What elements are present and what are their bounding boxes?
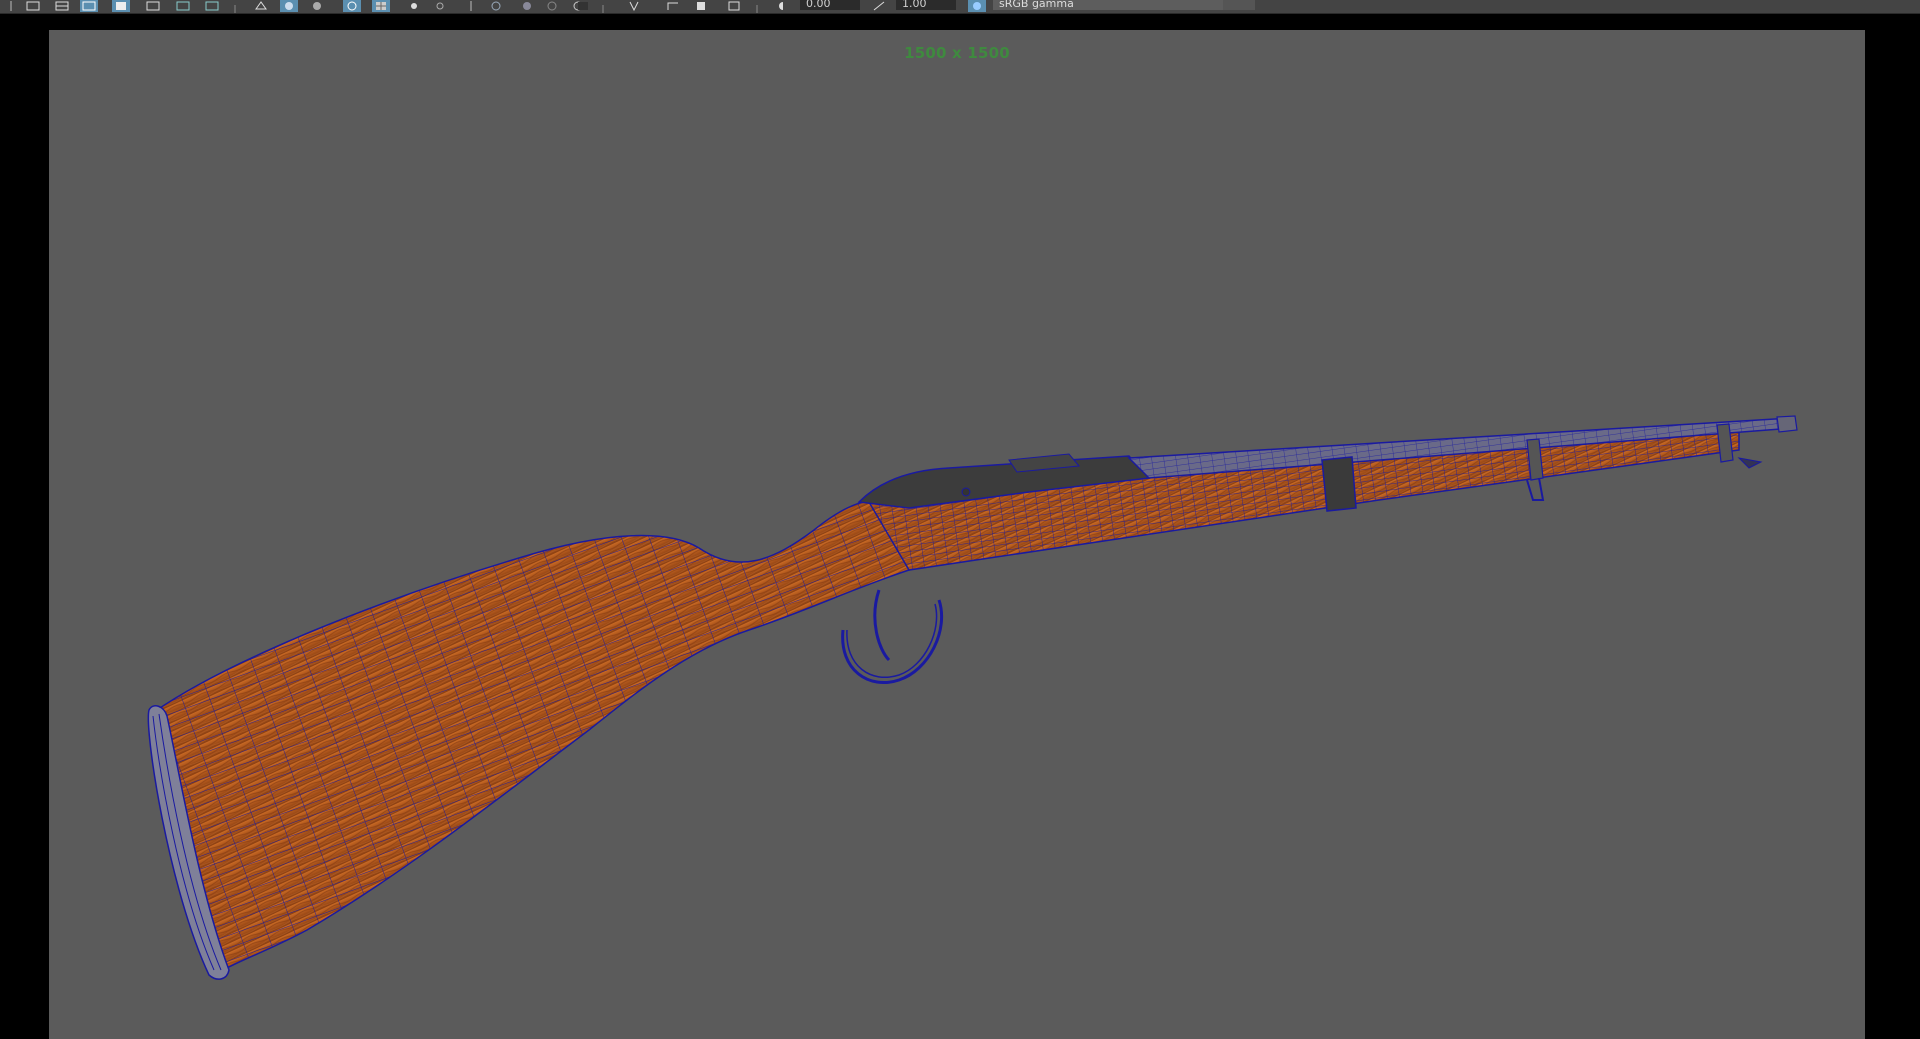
smooth-shade-icon[interactable] — [280, 0, 298, 12]
color-management-icon[interactable] — [968, 0, 986, 12]
select-camera-icon[interactable] — [2, 0, 20, 12]
gamma-toggle-icon[interactable] — [870, 0, 888, 12]
toolbar-separator — [600, 1, 606, 13]
grid-icon[interactable] — [112, 0, 130, 12]
exposure-icon[interactable] — [692, 0, 710, 12]
view-transform-dropdown[interactable]: sRGB gamma — [993, 0, 1223, 10]
anti-aliasing-icon[interactable] — [518, 0, 536, 12]
exposure-toggle-icon[interactable] — [774, 0, 792, 12]
camera-attributes-icon[interactable] — [24, 0, 42, 12]
exposure-field[interactable]: 0.00 — [800, 0, 860, 10]
viewport-frame: 1500 x 1500 — [0, 14, 1920, 1039]
textured-icon[interactable] — [372, 0, 390, 12]
panel-toolbar: 0.00 1.00 sRGB gamma — [0, 0, 1920, 14]
film-gate-icon[interactable] — [144, 0, 162, 12]
xray-icon[interactable] — [574, 0, 592, 12]
motion-blur-icon[interactable] — [487, 0, 505, 12]
image-plane-icon[interactable] — [80, 0, 98, 12]
view-transform-arrow[interactable] — [1223, 0, 1255, 10]
trigger — [873, 589, 891, 662]
wireframe-icon[interactable] — [252, 0, 270, 12]
muzzle — [1776, 415, 1798, 433]
screen-space-ao-icon[interactable] — [462, 0, 480, 12]
wireframe-on-shaded-icon[interactable] — [343, 0, 361, 12]
use-all-lights-icon[interactable] — [405, 0, 423, 12]
maya-viewport-window: 0.00 1.00 sRGB gamma 1500 x 1500 — [0, 0, 1920, 1039]
toolbar-separator — [232, 1, 238, 13]
viewport-3d[interactable]: 1500 x 1500 — [49, 30, 1865, 1039]
depth-of-field-icon[interactable] — [543, 0, 561, 12]
backface-culling-icon[interactable] — [664, 0, 682, 12]
trigger-guard — [841, 599, 944, 685]
gamma-field[interactable]: 1.00 — [896, 0, 956, 10]
default-material-icon[interactable] — [308, 0, 326, 12]
toolbar-separator — [754, 1, 760, 13]
barrel-band-1 — [1321, 456, 1357, 512]
stock-wireframe — [154, 500, 909, 975]
xray-joints-icon[interactable] — [625, 0, 643, 12]
gate-mask-icon[interactable] — [203, 0, 221, 12]
bookmark-icon[interactable] — [53, 0, 71, 12]
shadows-icon[interactable] — [431, 0, 449, 12]
resolution-gate-icon[interactable] — [174, 0, 192, 12]
gamma-icon[interactable] — [725, 0, 743, 12]
rifle-model[interactable] — [49, 30, 1865, 1039]
